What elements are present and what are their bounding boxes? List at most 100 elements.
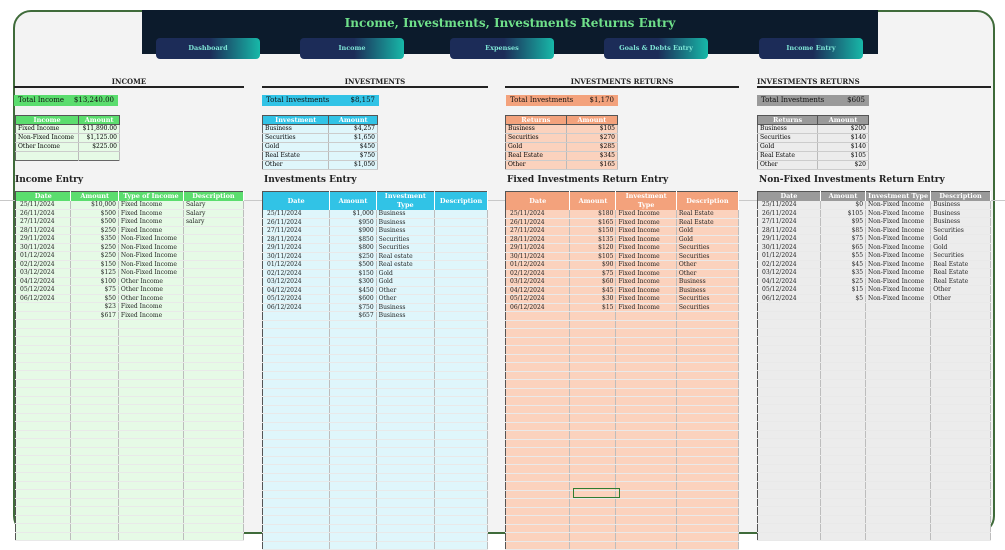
table-cell[interactable] [15,336,72,346]
table-cell[interactable] [183,226,245,235]
table-cell[interactable] [376,515,436,525]
table-cell[interactable] [434,371,488,380]
table-cell[interactable] [505,320,571,329]
table-cell[interactable] [183,464,245,473]
table-cell[interactable] [505,498,571,508]
table-cell[interactable] [329,388,377,397]
table-cell[interactable]: Fixed Income [615,226,677,236]
table-cell[interactable]: 05/12/2024 [505,294,571,304]
table-cell[interactable]: Fixed Income [615,243,677,253]
table-cell[interactable] [865,455,932,465]
table-cell[interactable]: $1,000 [329,210,377,219]
table-cell[interactable] [329,447,377,457]
table-cell[interactable]: $150 [569,226,617,236]
table-cell[interactable] [676,524,740,533]
table-cell[interactable]: Business [930,217,991,227]
table-cell[interactable] [865,302,932,312]
table-cell[interactable] [376,320,436,329]
table-cell[interactable] [865,353,932,363]
table-cell[interactable]: Non-Fixed Income [865,285,932,295]
table-cell[interactable] [820,319,867,329]
table-cell[interactable] [376,371,436,380]
table-cell[interactable] [183,345,245,354]
table-cell[interactable]: $105 [820,209,867,218]
table-cell[interactable] [183,379,245,388]
table-cell[interactable]: $350 [70,234,119,244]
table-cell[interactable] [757,328,821,337]
summary-cell[interactable]: Gold [262,142,330,152]
table-cell[interactable] [183,319,245,329]
table-cell[interactable] [434,218,488,227]
table-cell[interactable] [434,286,488,295]
table-cell[interactable]: $180 [569,210,617,219]
table-cell[interactable] [15,362,72,371]
table-cell[interactable] [676,362,740,372]
table-cell[interactable] [70,430,119,439]
table-cell[interactable] [930,421,991,431]
table-cell[interactable] [757,311,821,320]
table-cell[interactable] [615,337,677,346]
table-cell[interactable] [757,387,821,397]
table-cell[interactable]: Securities [930,251,991,261]
table-cell[interactable] [865,311,932,320]
table-cell[interactable] [118,421,184,431]
table-cell[interactable]: 29/11/2024 [757,234,821,244]
table-cell[interactable]: 29/11/2024 [15,234,72,244]
table-cell[interactable]: 25/11/2024 [262,210,331,219]
table-cell[interactable]: $90 [569,260,617,270]
table-cell[interactable] [329,405,377,414]
table-cell[interactable] [820,472,867,482]
table-cell[interactable] [434,464,488,474]
table-cell[interactable] [865,413,932,422]
table-cell[interactable] [376,507,436,516]
table-cell[interactable] [118,464,184,473]
table-cell[interactable] [676,447,740,457]
table-cell[interactable] [676,320,740,329]
table-cell[interactable] [183,285,245,295]
table-cell[interactable]: Other [930,285,991,295]
table-cell[interactable]: 03/12/2024 [757,268,821,278]
table-cell[interactable] [676,396,740,406]
summary-cell[interactable]: $285 [566,142,619,152]
table-cell[interactable]: Fixed Income [615,252,677,261]
table-cell[interactable] [569,541,617,550]
table-cell[interactable] [865,421,932,431]
table-cell[interactable]: Non-Fixed Income [865,243,932,252]
table-cell[interactable] [569,498,617,508]
table-cell[interactable] [376,447,436,457]
table-cell[interactable] [820,498,867,507]
table-cell[interactable]: Business [376,303,436,312]
table-cell[interactable]: 06/12/2024 [15,294,72,303]
table-cell[interactable] [262,320,331,329]
table-cell[interactable] [262,439,331,448]
table-cell[interactable]: 03/12/2024 [262,277,331,287]
table-cell[interactable]: 01/12/2024 [505,260,571,270]
table-cell[interactable] [930,464,991,473]
table-cell[interactable] [820,481,867,490]
table-cell[interactable] [865,430,932,439]
table-cell[interactable] [15,311,72,320]
table-cell[interactable] [757,481,821,490]
table-cell[interactable] [865,328,932,337]
table-cell[interactable] [118,438,184,448]
table-cell[interactable]: $800 [329,243,377,253]
table-cell[interactable] [820,353,867,363]
table-cell[interactable]: $25 [820,277,867,286]
table-cell[interactable] [434,337,488,346]
table-cell[interactable] [930,430,991,439]
table-cell[interactable] [569,379,617,389]
table-cell[interactable] [865,447,932,456]
table-cell[interactable]: 01/12/2024 [15,251,72,261]
table-cell[interactable] [676,439,740,448]
table-cell[interactable] [376,345,436,355]
table-cell[interactable] [376,439,436,448]
table-cell[interactable] [118,481,184,490]
table-cell[interactable] [329,430,377,440]
table-cell[interactable] [757,404,821,414]
table-cell[interactable] [434,277,488,287]
table-cell[interactable] [930,489,991,499]
table-cell[interactable] [262,345,331,355]
table-cell[interactable] [865,472,932,482]
table-cell[interactable] [118,430,184,439]
table-cell[interactable] [505,473,571,482]
